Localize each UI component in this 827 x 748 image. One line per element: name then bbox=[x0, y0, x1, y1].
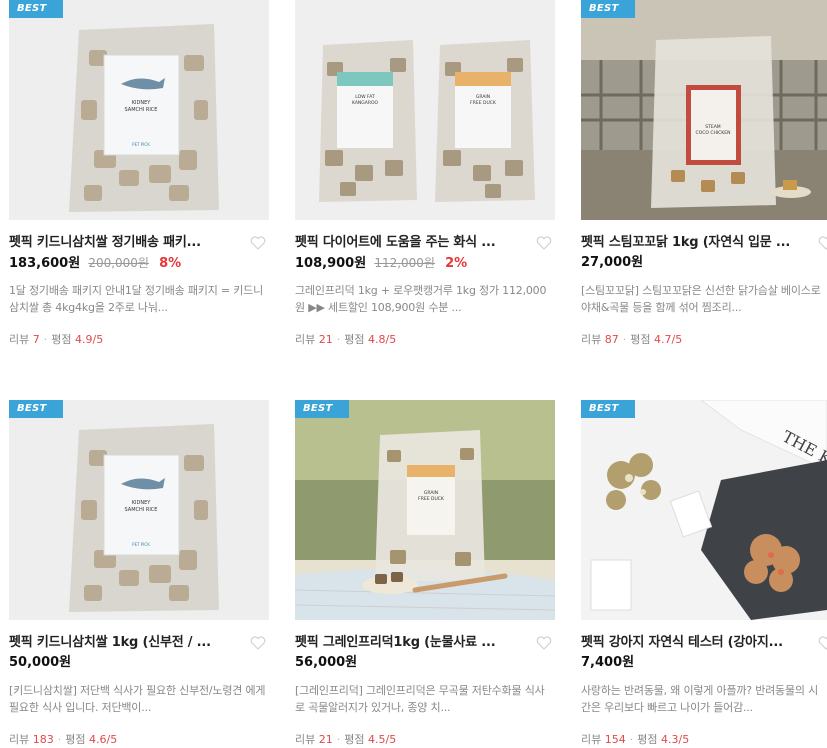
best-badge: BEST bbox=[581, 0, 635, 18]
kidney-samchi-package-image: KIDNEY SAMCHI RICE PET PICK bbox=[9, 0, 269, 220]
diet-set-package-image: LOW FAT KANGAROO GRAIN FREE DUCK bbox=[295, 0, 555, 220]
product-title[interactable]: 펫픽 강아지 자연식 테스터 (강아지... bbox=[581, 634, 803, 652]
price: 50,000원 bbox=[9, 655, 72, 670]
product-title[interactable]: 펫픽 스팀꼬꼬닭 1kg (자연식 입문 ... bbox=[581, 234, 803, 252]
product-description: [키드니삼치쌀] 저단백 식사가 필요한 신부전/노령견 에게 필요한 식사 입… bbox=[9, 684, 266, 714]
product-card[interactable]: STEAM COCO CHICKEN BEST 펫픽 스팀꼬꼬닭 1kg (자연… bbox=[581, 0, 827, 348]
svg-text:GRAIN: GRAIN bbox=[424, 490, 438, 496]
review-summary: 리뷰 87 · 평점 4.7/5 bbox=[581, 333, 683, 346]
rating-value: 4.7/5 bbox=[654, 333, 683, 346]
heart-icon[interactable] bbox=[817, 234, 827, 252]
rating-value: 4.9/5 bbox=[75, 333, 104, 346]
review-label: 리뷰 bbox=[9, 733, 30, 746]
product-description: [스팀꼬꼬닭] 스팀꼬꼬닭은 신선한 닭가슴살 베이스로 야채&곡물 등을 함께… bbox=[581, 284, 821, 314]
rating-label: 평점 bbox=[51, 333, 72, 346]
rating-label: 평점 bbox=[630, 333, 651, 346]
rating-value: 4.6/5 bbox=[89, 733, 118, 746]
price: 108,900원 bbox=[295, 256, 367, 271]
rating-label: 평점 bbox=[344, 333, 365, 346]
product-image[interactable]: LOW FAT KANGAROO GRAIN FREE DUCK bbox=[295, 0, 555, 220]
product-description: 1달 정기배송 패키지 안내1달 정기배송 패키지 = 키드니삼치쌀 총 4kg… bbox=[9, 284, 264, 314]
heart-icon[interactable] bbox=[817, 634, 827, 652]
rating-value: 4.3/5 bbox=[661, 733, 690, 746]
original-price: 112,000원 bbox=[374, 256, 435, 270]
product-image[interactable]: KIDNEY SAMCHI RICE PET PICK BEST bbox=[9, 400, 269, 620]
best-badge: BEST bbox=[9, 400, 63, 418]
review-count: 183 bbox=[32, 733, 54, 746]
svg-text:KIDNEY: KIDNEY bbox=[132, 500, 152, 506]
price-row: 50,000원 bbox=[9, 654, 269, 672]
svg-text:FREE DUCK: FREE DUCK bbox=[470, 100, 497, 106]
steam-chicken-package-image: STEAM COCO CHICKEN bbox=[581, 0, 827, 220]
price: 183,600원 bbox=[9, 256, 81, 271]
svg-text:COCO CHICKEN: COCO CHICKEN bbox=[696, 130, 731, 136]
product-image[interactable]: KIDNEY SAMCHI RICE PET PICK BEST bbox=[9, 0, 269, 220]
price: 56,000원 bbox=[295, 655, 358, 670]
svg-text:GRAIN: GRAIN bbox=[476, 94, 490, 100]
product-title[interactable]: 펫픽 키드니삼치쌀 정기배송 패키... bbox=[9, 234, 241, 252]
price-row: 108,900원 112,000원 2% bbox=[295, 254, 555, 272]
heart-icon[interactable] bbox=[249, 234, 267, 252]
price-row: 183,600원 200,000원 8% bbox=[9, 254, 269, 272]
best-badge: BEST bbox=[295, 400, 349, 418]
product-image[interactable]: GRAIN FREE DUCK BEST bbox=[295, 400, 555, 620]
product-card[interactable]: THE KIN BEST 펫픽 강아지 자연식 테스터 (강아지... 7,40… bbox=[581, 400, 827, 748]
product-card[interactable]: KIDNEY SAMCHI RICE PET PICK BEST 펫픽 키드니삼… bbox=[9, 0, 269, 348]
rating-value: 4.8/5 bbox=[368, 333, 397, 346]
svg-text:KANGAROO: KANGAROO bbox=[352, 100, 379, 106]
review-label: 리뷰 bbox=[581, 733, 602, 746]
svg-text:PET PICK: PET PICK bbox=[132, 542, 150, 547]
best-badge: BEST bbox=[9, 0, 63, 18]
product-card[interactable]: GRAIN FREE DUCK BEST 펫픽 그레인프리덕1kg (눈물사료 … bbox=[295, 400, 555, 748]
price: 27,000원 bbox=[581, 255, 644, 270]
review-count: 87 bbox=[604, 333, 619, 346]
review-summary: 리뷰 7 · 평점 4.9/5 bbox=[9, 333, 104, 346]
review-count: 154 bbox=[604, 733, 626, 746]
rating-label: 평점 bbox=[637, 733, 658, 746]
review-count: 21 bbox=[318, 333, 333, 346]
original-price: 200,000원 bbox=[88, 256, 149, 270]
price-row: 7,400원 bbox=[581, 654, 827, 672]
product-title[interactable]: 펫픽 다이어트에 도움을 주는 화식 ... bbox=[295, 234, 527, 252]
review-label: 리뷰 bbox=[295, 333, 316, 346]
svg-text:LOW FAT: LOW FAT bbox=[355, 94, 375, 100]
svg-text:PET PICK: PET PICK bbox=[132, 142, 150, 147]
rating-value: 4.5/5 bbox=[368, 733, 397, 746]
price-row: 56,000원 bbox=[295, 654, 555, 672]
price: 7,400원 bbox=[581, 655, 635, 670]
review-label: 리뷰 bbox=[581, 333, 602, 346]
svg-text:SAMCHI RICE: SAMCHI RICE bbox=[125, 107, 158, 113]
heart-icon[interactable] bbox=[535, 234, 553, 252]
product-title[interactable]: 펫픽 그레인프리덕1kg (눈물사료 ... bbox=[295, 634, 527, 652]
tester-kit-image: THE KIN bbox=[581, 400, 827, 620]
review-count: 21 bbox=[318, 733, 333, 746]
review-label: 리뷰 bbox=[295, 733, 316, 746]
svg-text:FREE DUCK: FREE DUCK bbox=[418, 496, 445, 502]
review-summary: 리뷰 21 · 평점 4.8/5 bbox=[295, 333, 397, 346]
product-card[interactable]: LOW FAT KANGAROO GRAIN FREE DUCK 펫픽 다이어트… bbox=[295, 0, 555, 348]
svg-text:KIDNEY: KIDNEY bbox=[132, 100, 152, 106]
product-title[interactable]: 펫픽 키드니삼치쌀 1kg (신부전 / ... bbox=[9, 634, 241, 652]
svg-text:STEAM: STEAM bbox=[705, 124, 721, 130]
grain-free-duck-package-image: GRAIN FREE DUCK bbox=[295, 400, 555, 620]
product-description: 사랑하는 반려동물, 왜 이렇게 아플까? 반려동물의 시간은 우리보다 빠르고… bbox=[581, 684, 819, 714]
product-description: 그레인프리덕 1kg + 로우팻캥거루 1kg 정가 112,000원 ▶▶ 세… bbox=[295, 284, 547, 314]
svg-text:SAMCHI RICE: SAMCHI RICE bbox=[125, 507, 158, 513]
kidney-samchi-package-image: KIDNEY SAMCHI RICE PET PICK bbox=[9, 400, 269, 620]
discount-rate: 8% bbox=[159, 256, 182, 271]
heart-icon[interactable] bbox=[249, 634, 267, 652]
product-card[interactable]: KIDNEY SAMCHI RICE PET PICK BEST 펫픽 키드니삼… bbox=[9, 400, 269, 748]
best-badge: BEST bbox=[581, 400, 635, 418]
review-label: 리뷰 bbox=[9, 333, 30, 346]
rating-label: 평점 bbox=[344, 733, 365, 746]
product-description: [그레인프리덕] 그레인프리덕은 무곡물 저탄수화물 식사로 곡물알러지가 있거… bbox=[295, 684, 545, 714]
product-image[interactable]: THE KIN BEST bbox=[581, 400, 827, 620]
rating-label: 평점 bbox=[65, 733, 86, 746]
review-count: 7 bbox=[32, 333, 40, 346]
price-row: 27,000원 bbox=[581, 254, 827, 272]
discount-rate: 2% bbox=[445, 256, 468, 271]
product-image[interactable]: STEAM COCO CHICKEN BEST bbox=[581, 0, 827, 220]
heart-icon[interactable] bbox=[535, 634, 553, 652]
